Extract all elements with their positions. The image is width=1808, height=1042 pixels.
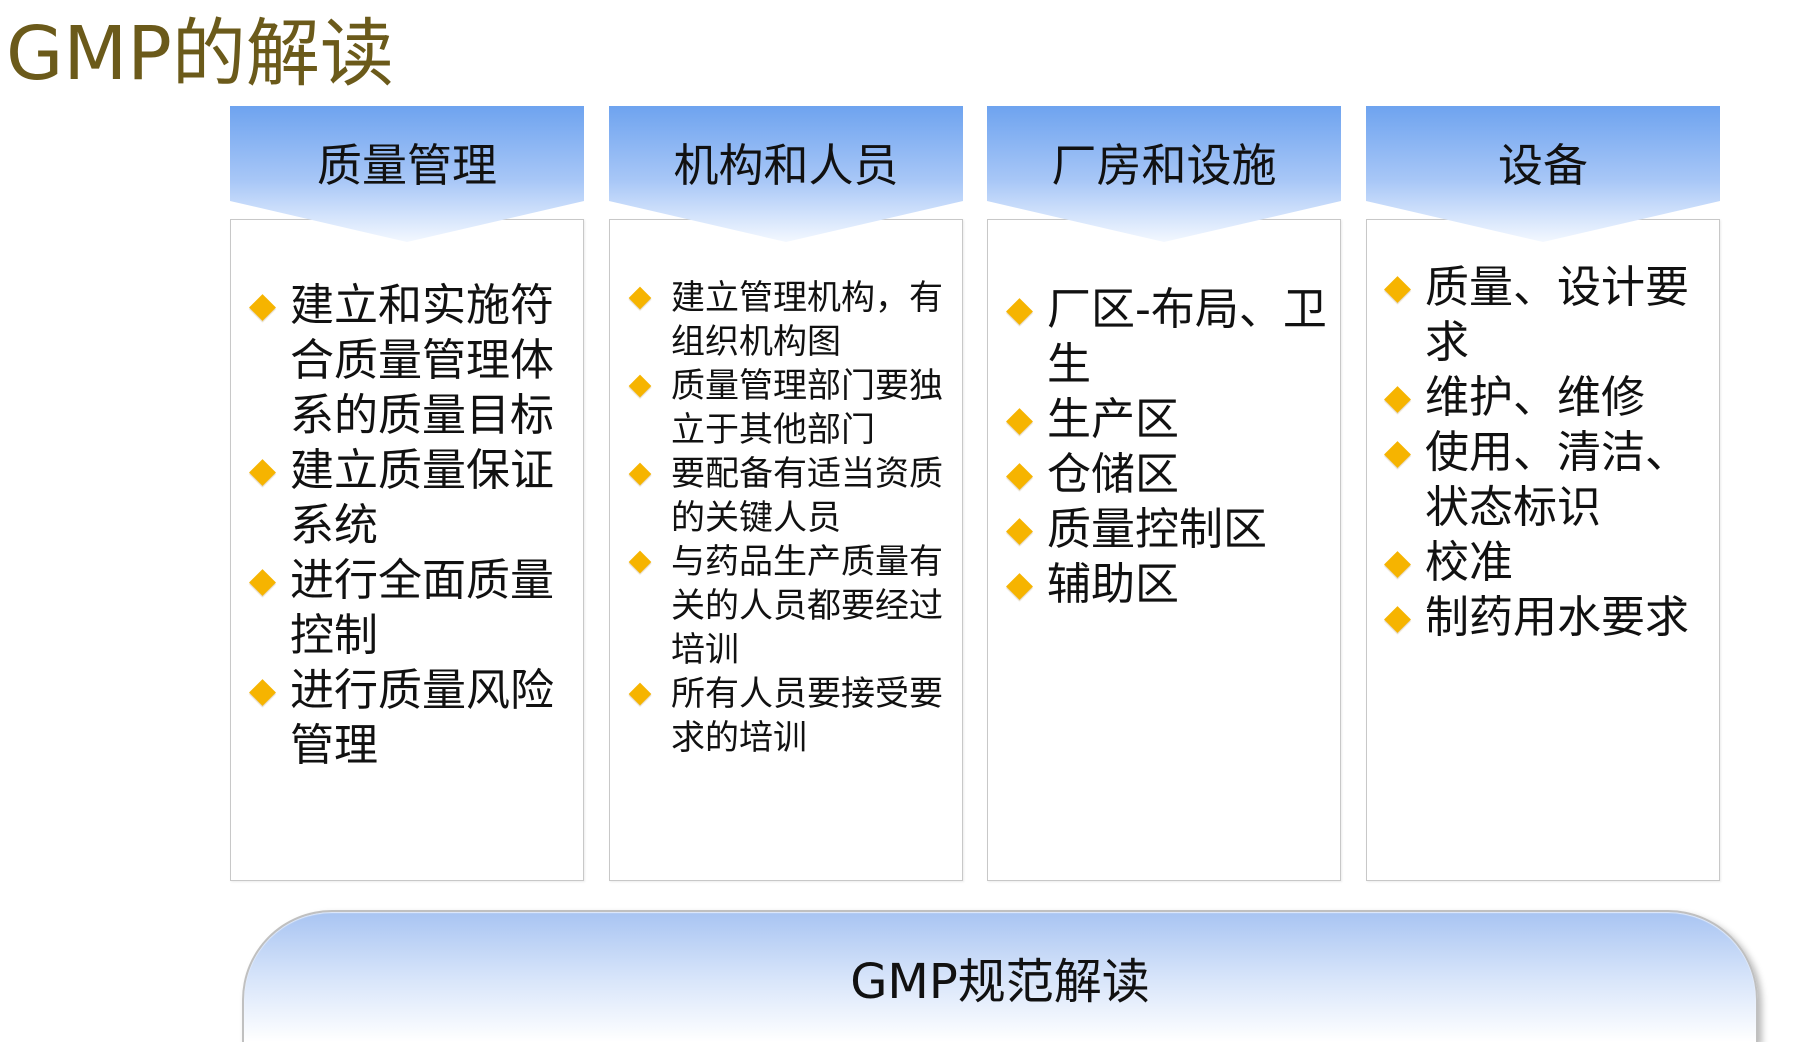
list-item: 维护、维修 <box>1383 370 1709 425</box>
diamond-bullet-icon <box>1384 606 1411 633</box>
organization-personnel-column: 机构和人员 建立管理机构，有组织机构图 质量管理部门要独立于其他部门 要配备有适… <box>609 106 963 881</box>
list-item-text: 质量、设计要求 <box>1425 262 1689 368</box>
diamond-bullet-icon <box>1384 551 1411 578</box>
diamond-bullet-icon <box>1006 463 1033 490</box>
list-item-text: 进行质量风险管理 <box>290 665 554 771</box>
diamond-bullet-icon <box>1006 518 1033 545</box>
list-item-text: 要配备有适当资质的关键人员 <box>671 454 943 538</box>
list-item: 质量管理部门要独立于其他部门 <box>627 364 953 452</box>
column-title: 机构和人员 <box>673 139 899 192</box>
list-item: 辅助区 <box>1005 557 1331 612</box>
list-item-text: 建立管理机构，有组织机构图 <box>671 278 943 362</box>
list-item-text: 维护、维修 <box>1425 372 1645 423</box>
list-item: 质量控制区 <box>1005 502 1331 557</box>
diamond-bullet-icon <box>1384 276 1411 303</box>
list-item-text: 进行全面质量控制 <box>290 555 554 661</box>
diamond-bullet-icon <box>628 682 652 706</box>
list-item-text: 厂区-布局、卫生 <box>1047 284 1327 390</box>
diamond-bullet-icon <box>628 462 652 486</box>
list-item: 建立和实施符合质量管理体系的质量目标 <box>248 278 574 443</box>
diamond-bullet-icon <box>249 459 276 486</box>
list-item: 厂区-布局、卫生 <box>1005 282 1331 392</box>
list-item-text: 质量管理部门要独立于其他部门 <box>671 366 943 450</box>
list-item: 使用、清洁、状态标识 <box>1383 425 1709 535</box>
list-item-text: 建立质量保证系统 <box>290 445 554 551</box>
list-item-text: 所有人员要接受要求的培训 <box>671 674 943 758</box>
page-title: GMP的解读 <box>6 11 394 97</box>
column-title: 设备 <box>1497 139 1588 192</box>
quality-management-column: 质量管理 建立和实施符合质量管理体系的质量目标 建立质量保证系统 进行全面质量控… <box>230 106 584 881</box>
column-title: 厂房和设施 <box>1051 139 1277 192</box>
equipment-column: 设备 质量、设计要求 维护、维修 使用、清洁、状态标识 校准 制药用水要求 <box>1366 106 1720 881</box>
facilities-column: 厂房和设施 厂区-布局、卫生 生产区 仓储区 质量控制区 辅助区 <box>987 106 1341 881</box>
bullet-list: 厂区-布局、卫生 生产区 仓储区 质量控制区 辅助区 <box>1005 282 1331 612</box>
diamond-bullet-icon <box>249 679 276 706</box>
diamond-bullet-icon <box>1384 386 1411 413</box>
list-item-text: 质量控制区 <box>1047 504 1267 555</box>
list-item: 生产区 <box>1005 392 1331 447</box>
bullet-list: 建立管理机构，有组织机构图 质量管理部门要独立于其他部门 要配备有适当资质的关键… <box>627 276 953 760</box>
diamond-bullet-icon <box>1006 408 1033 435</box>
list-item: 进行质量风险管理 <box>248 663 574 773</box>
list-item-text: 建立和实施符合质量管理体系的质量目标 <box>290 280 554 441</box>
bullet-list: 质量、设计要求 维护、维修 使用、清洁、状态标识 校准 制药用水要求 <box>1383 260 1709 645</box>
list-item-text: 生产区 <box>1047 394 1179 445</box>
diamond-bullet-icon <box>628 550 652 574</box>
list-item: 校准 <box>1383 535 1709 590</box>
diamond-bullet-icon <box>1006 573 1033 600</box>
list-item: 建立质量保证系统 <box>248 443 574 553</box>
bullet-list: 建立和实施符合质量管理体系的质量目标 建立质量保证系统 进行全面质量控制 进行质… <box>248 278 574 773</box>
footer-banner: GMP规范解读 <box>242 910 1758 1042</box>
diamond-bullet-icon <box>1006 298 1033 325</box>
list-item-text: 校准 <box>1425 537 1513 588</box>
list-item: 制药用水要求 <box>1383 590 1709 645</box>
list-item: 所有人员要接受要求的培训 <box>627 672 953 760</box>
list-item-text: 辅助区 <box>1047 559 1179 610</box>
list-item: 要配备有适当资质的关键人员 <box>627 452 953 540</box>
diamond-bullet-icon <box>249 294 276 321</box>
column-title: 质量管理 <box>316 139 497 192</box>
list-item: 与药品生产质量有关的人员都要经过培训 <box>627 540 953 672</box>
list-item-text: 制药用水要求 <box>1425 592 1689 643</box>
diamond-bullet-icon <box>249 569 276 596</box>
list-item: 仓储区 <box>1005 447 1331 502</box>
list-item: 质量、设计要求 <box>1383 260 1709 370</box>
list-item: 进行全面质量控制 <box>248 553 574 663</box>
list-item: 建立管理机构，有组织机构图 <box>627 276 953 364</box>
diamond-bullet-icon <box>628 286 652 310</box>
list-item-text: 仓储区 <box>1047 449 1179 500</box>
list-item-text: 与药品生产质量有关的人员都要经过培训 <box>671 542 943 670</box>
diamond-bullet-icon <box>1384 441 1411 468</box>
diamond-bullet-icon <box>628 374 652 398</box>
footer-title: GMP规范解读 <box>850 954 1150 1010</box>
list-item-text: 使用、清洁、状态标识 <box>1425 427 1689 533</box>
